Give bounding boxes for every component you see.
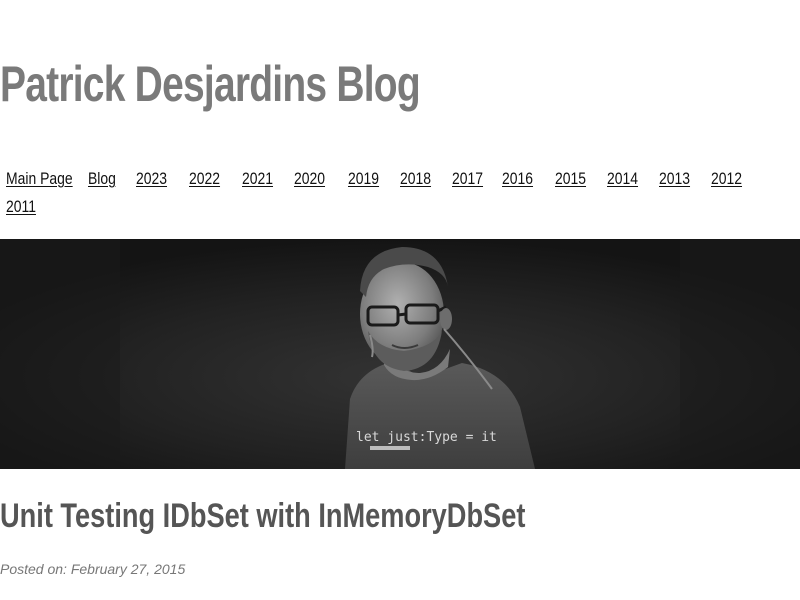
nav-link-2012[interactable]: 2012 xyxy=(711,168,754,190)
nav-link-blog[interactable]: Blog xyxy=(88,168,127,190)
nav-link-2019[interactable]: 2019 xyxy=(348,168,391,190)
nav-link-2016[interactable]: 2016 xyxy=(502,168,545,190)
hero-image: let just:Type = it xyxy=(0,239,800,469)
nav-link-2014[interactable]: 2014 xyxy=(607,168,650,190)
nav-link-main-page[interactable]: Main Page xyxy=(6,168,73,190)
nav-link-2011[interactable]: 2011 xyxy=(6,196,49,218)
nav-link-2020[interactable]: 2020 xyxy=(294,168,338,190)
nav-link-2013[interactable]: 2013 xyxy=(659,168,702,190)
main-nav: Main Page Blog 2023 2022 2021 2020 2019 … xyxy=(6,168,776,218)
nav-link-2018[interactable]: 2018 xyxy=(400,168,443,190)
post-date: Posted on: February 27, 2015 xyxy=(0,561,186,577)
nav-link-2023[interactable]: 2023 xyxy=(136,168,179,190)
post-title[interactable]: Unit Testing IDbSet with InMemoryDbSet xyxy=(0,494,525,538)
nav-link-2017[interactable]: 2017 xyxy=(452,168,493,190)
site-title[interactable]: Patrick Desjardins Blog xyxy=(0,52,421,116)
shirt-print-text: let just:Type = it xyxy=(356,430,497,445)
nav-link-2015[interactable]: 2015 xyxy=(555,168,598,190)
nav-link-2022[interactable]: 2022 xyxy=(189,168,232,190)
nav-link-2021[interactable]: 2021 xyxy=(242,168,285,190)
speaker-portrait: let just:Type = it xyxy=(0,239,800,469)
